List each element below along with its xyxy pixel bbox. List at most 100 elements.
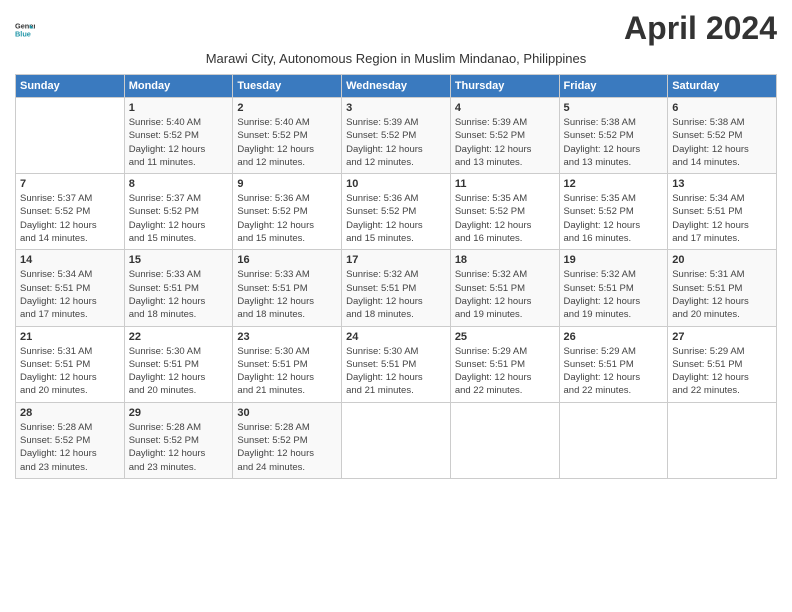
calendar-cell: 16 Sunrise: 5:33 AMSunset: 5:51 PMDayligh…: [233, 250, 342, 326]
day-number: 28: [20, 407, 120, 419]
day-number: 10: [346, 178, 446, 190]
day-info: Sunrise: 5:37 AMSunset: 5:52 PMDaylight:…: [20, 192, 120, 245]
day-number: 25: [455, 331, 555, 343]
day-header-friday: Friday: [559, 75, 668, 98]
subtitle: Marawi City, Autonomous Region in Muslim…: [15, 51, 777, 66]
day-number: 17: [346, 254, 446, 266]
calendar-cell: [16, 98, 125, 174]
day-number: 30: [237, 407, 337, 419]
day-number: 7: [20, 178, 120, 190]
day-info: Sunrise: 5:28 AMSunset: 5:52 PMDaylight:…: [129, 421, 229, 474]
day-header-tuesday: Tuesday: [233, 75, 342, 98]
day-number: 15: [129, 254, 229, 266]
day-number: 11: [455, 178, 555, 190]
day-info: Sunrise: 5:29 AMSunset: 5:51 PMDaylight:…: [455, 345, 555, 398]
calendar-cell: 4 Sunrise: 5:39 AMSunset: 5:52 PMDaylight…: [450, 98, 559, 174]
day-info: Sunrise: 5:30 AMSunset: 5:51 PMDaylight:…: [237, 345, 337, 398]
day-header-thursday: Thursday: [450, 75, 559, 98]
calendar-week-4: 21Sunrise: 5:31 AMSunset: 5:51 PMDayligh…: [16, 326, 777, 402]
calendar-cell: 1 Sunrise: 5:40 AMSunset: 5:52 PMDaylight…: [124, 98, 233, 174]
calendar-week-3: 14 Sunrise: 5:34 AMSunset: 5:51 PMDayligh…: [16, 250, 777, 326]
calendar-cell: 3 Sunrise: 5:39 AMSunset: 5:52 PMDaylight…: [342, 98, 451, 174]
calendar-cell: 20 Sunrise: 5:31 AMSunset: 5:51 PMDayligh…: [668, 250, 777, 326]
header: General Blue April 2024: [15, 10, 777, 47]
day-info: Sunrise: 5:30 AMSunset: 5:51 PMDaylight:…: [129, 345, 229, 398]
day-number: 1: [129, 102, 229, 114]
calendar-cell: 29 Sunrise: 5:28 AMSunset: 5:52 PMDayligh…: [124, 402, 233, 478]
calendar-cell: 22 Sunrise: 5:30 AMSunset: 5:51 PMDayligh…: [124, 326, 233, 402]
day-header-monday: Monday: [124, 75, 233, 98]
calendar-cell: 12 Sunrise: 5:35 AMSunset: 5:52 PMDayligh…: [559, 174, 668, 250]
day-info: Sunrise: 5:39 AMSunset: 5:52 PMDaylight:…: [346, 116, 446, 169]
calendar-cell: 25 Sunrise: 5:29 AMSunset: 5:51 PMDayligh…: [450, 326, 559, 402]
day-info: Sunrise: 5:34 AMSunset: 5:51 PMDaylight:…: [20, 268, 120, 321]
day-header-saturday: Saturday: [668, 75, 777, 98]
calendar-body: 1 Sunrise: 5:40 AMSunset: 5:52 PMDaylight…: [16, 98, 777, 479]
calendar-cell: 23 Sunrise: 5:30 AMSunset: 5:51 PMDayligh…: [233, 326, 342, 402]
day-number: 3: [346, 102, 446, 114]
svg-text:Blue: Blue: [15, 29, 31, 38]
day-info: Sunrise: 5:29 AMSunset: 5:51 PMDaylight:…: [672, 345, 772, 398]
day-number: 12: [564, 178, 664, 190]
calendar-cell: 24Sunrise: 5:30 AMSunset: 5:51 PMDayligh…: [342, 326, 451, 402]
day-number: 19: [564, 254, 664, 266]
calendar-header-row: SundayMondayTuesdayWednesdayThursdayFrid…: [16, 75, 777, 98]
day-info: Sunrise: 5:32 AMSunset: 5:51 PMDaylight:…: [455, 268, 555, 321]
day-info: Sunrise: 5:35 AMSunset: 5:52 PMDaylight:…: [564, 192, 664, 245]
calendar-cell: 27 Sunrise: 5:29 AMSunset: 5:51 PMDayligh…: [668, 326, 777, 402]
calendar-cell: 6Sunrise: 5:38 AMSunset: 5:52 PMDaylight…: [668, 98, 777, 174]
day-number: 29: [129, 407, 229, 419]
day-number: 16: [237, 254, 337, 266]
day-info: Sunrise: 5:32 AMSunset: 5:51 PMDaylight:…: [564, 268, 664, 321]
day-number: 23: [237, 331, 337, 343]
day-info: Sunrise: 5:31 AMSunset: 5:51 PMDaylight:…: [672, 268, 772, 321]
day-info: Sunrise: 5:37 AMSunset: 5:52 PMDaylight:…: [129, 192, 229, 245]
day-header-sunday: Sunday: [16, 75, 125, 98]
day-info: Sunrise: 5:34 AMSunset: 5:51 PMDaylight:…: [672, 192, 772, 245]
day-info: Sunrise: 5:28 AMSunset: 5:52 PMDaylight:…: [20, 421, 120, 474]
calendar-cell: [559, 402, 668, 478]
day-number: 9: [237, 178, 337, 190]
calendar-cell: 26Sunrise: 5:29 AMSunset: 5:51 PMDayligh…: [559, 326, 668, 402]
calendar-cell: 19 Sunrise: 5:32 AMSunset: 5:51 PMDayligh…: [559, 250, 668, 326]
day-number: 22: [129, 331, 229, 343]
day-info: Sunrise: 5:33 AMSunset: 5:51 PMDaylight:…: [237, 268, 337, 321]
day-info: Sunrise: 5:35 AMSunset: 5:52 PMDaylight:…: [455, 192, 555, 245]
day-info: Sunrise: 5:40 AMSunset: 5:52 PMDaylight:…: [129, 116, 229, 169]
day-header-wednesday: Wednesday: [342, 75, 451, 98]
day-number: 21: [20, 331, 120, 343]
day-number: 14: [20, 254, 120, 266]
calendar-cell: 30 Sunrise: 5:28 AMSunset: 5:52 PMDayligh…: [233, 402, 342, 478]
day-number: 18: [455, 254, 555, 266]
day-info: Sunrise: 5:32 AMSunset: 5:51 PMDaylight:…: [346, 268, 446, 321]
calendar-cell: 7 Sunrise: 5:37 AMSunset: 5:52 PMDaylight…: [16, 174, 125, 250]
day-info: Sunrise: 5:28 AMSunset: 5:52 PMDaylight:…: [237, 421, 337, 474]
day-info: Sunrise: 5:33 AMSunset: 5:51 PMDaylight:…: [129, 268, 229, 321]
calendar-cell: 13Sunrise: 5:34 AMSunset: 5:51 PMDayligh…: [668, 174, 777, 250]
calendar-cell: 10 Sunrise: 5:36 AMSunset: 5:52 PMDayligh…: [342, 174, 451, 250]
day-info: Sunrise: 5:38 AMSunset: 5:52 PMDaylight:…: [564, 116, 664, 169]
day-info: Sunrise: 5:39 AMSunset: 5:52 PMDaylight:…: [455, 116, 555, 169]
day-number: 20: [672, 254, 772, 266]
day-number: 24: [346, 331, 446, 343]
calendar-cell: 9Sunrise: 5:36 AMSunset: 5:52 PMDaylight…: [233, 174, 342, 250]
day-number: 27: [672, 331, 772, 343]
calendar-cell: [450, 402, 559, 478]
logo-icon: General Blue: [15, 19, 35, 39]
day-number: 6: [672, 102, 772, 114]
day-info: Sunrise: 5:40 AMSunset: 5:52 PMDaylight:…: [237, 116, 337, 169]
calendar-cell: 18 Sunrise: 5:32 AMSunset: 5:51 PMDayligh…: [450, 250, 559, 326]
calendar-cell: 11 Sunrise: 5:35 AMSunset: 5:52 PMDayligh…: [450, 174, 559, 250]
day-number: 4: [455, 102, 555, 114]
calendar-cell: 28 Sunrise: 5:28 AMSunset: 5:52 PMDayligh…: [16, 402, 125, 478]
logo: General Blue: [15, 19, 35, 39]
month-title: April 2024: [624, 10, 777, 47]
calendar-week-1: 1 Sunrise: 5:40 AMSunset: 5:52 PMDaylight…: [16, 98, 777, 174]
calendar-cell: [342, 402, 451, 478]
day-number: 8: [129, 178, 229, 190]
calendar-week-2: 7 Sunrise: 5:37 AMSunset: 5:52 PMDaylight…: [16, 174, 777, 250]
day-number: 26: [564, 331, 664, 343]
calendar-cell: 14 Sunrise: 5:34 AMSunset: 5:51 PMDayligh…: [16, 250, 125, 326]
calendar-week-5: 28 Sunrise: 5:28 AMSunset: 5:52 PMDayligh…: [16, 402, 777, 478]
day-info: Sunrise: 5:36 AMSunset: 5:52 PMDaylight:…: [346, 192, 446, 245]
